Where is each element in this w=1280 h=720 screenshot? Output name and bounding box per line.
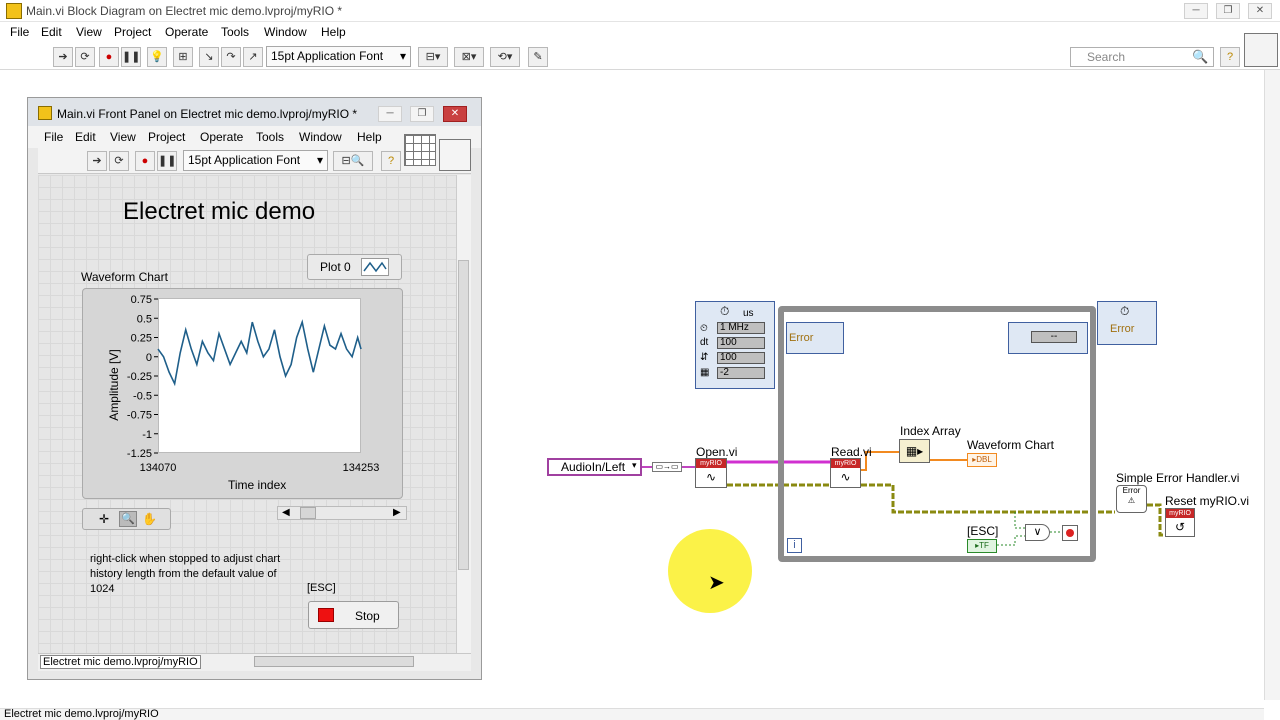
tf-tag: TF bbox=[979, 541, 989, 550]
loop-iteration-terminal[interactable]: i bbox=[787, 538, 802, 553]
mouse-pointer-icon: ➤ bbox=[708, 572, 725, 594]
open-vi-node[interactable]: myRIO ∿ bbox=[695, 458, 727, 488]
or-function-icon[interactable]: ∨ bbox=[1025, 524, 1050, 541]
waveform-chart-terminal-label: Waveform Chart bbox=[967, 438, 1054, 452]
reset-icon: ↺ bbox=[1174, 520, 1186, 534]
right-data-node-field[interactable]: -- bbox=[1031, 331, 1077, 343]
channel-bundle-node[interactable]: ▭→▭ bbox=[652, 462, 682, 472]
open-vi-label: Open.vi bbox=[696, 445, 738, 459]
reset-myrio-tag: myRIO bbox=[1166, 509, 1194, 518]
timed-loop-period-field[interactable]: 100 bbox=[717, 337, 765, 349]
reset-myrio-label: Reset myRIO.vi bbox=[1165, 494, 1250, 508]
simple-error-handler-node[interactable]: Error ⚠ bbox=[1116, 485, 1147, 513]
reset-myrio-node[interactable]: myRIO ↺ bbox=[1165, 508, 1195, 537]
channel-constant[interactable]: AudioIn/Left bbox=[547, 458, 642, 476]
error-handler-icon: ⚠ bbox=[1127, 496, 1136, 505]
timed-loop-unit: us bbox=[743, 308, 754, 319]
error-wire-c bbox=[1147, 503, 1165, 537]
waveform-chart-terminal[interactable]: ▸DBL bbox=[967, 453, 997, 467]
index-array-label: Index Array bbox=[900, 424, 961, 438]
clock-icon: ⏱ bbox=[720, 304, 730, 318]
loop-condition-terminal[interactable] bbox=[1062, 525, 1078, 541]
simple-error-handler-label: Simple Error Handler.vi bbox=[1116, 471, 1240, 485]
open-vi-myrio-tag: myRIO bbox=[696, 459, 726, 468]
read-vi-label: Read.vi bbox=[831, 445, 872, 459]
read-vi-node[interactable]: myRIO ∿ bbox=[830, 458, 861, 488]
read-vi-myrio-tag: myRIO bbox=[831, 459, 860, 468]
error-node-label: Error bbox=[1122, 486, 1141, 495]
index-array-node[interactable]: ▦▸ bbox=[899, 439, 930, 463]
timed-loop-row-2-tag: dt bbox=[700, 337, 709, 348]
left-error-label: Error bbox=[789, 332, 814, 344]
timed-loop-right-error: Error bbox=[1110, 323, 1135, 335]
dbl-tag: DBL bbox=[976, 455, 992, 464]
timed-loop-processor-icon: ▦ bbox=[700, 367, 710, 378]
output-clock-icon: ⏱ bbox=[1120, 304, 1130, 318]
timed-loop-priority-icon: ⇵ bbox=[700, 352, 709, 363]
timed-loop-processor-field[interactable]: -2 bbox=[717, 367, 765, 379]
open-vi-waveform-icon: ∿ bbox=[705, 470, 717, 484]
stop-terminal[interactable]: ▸TF bbox=[967, 539, 997, 553]
esc-terminal-label: [ESC] bbox=[967, 524, 999, 538]
timed-loop-source-field[interactable]: 1 MHz bbox=[717, 322, 765, 334]
read-vi-waveform-icon: ∿ bbox=[840, 470, 851, 484]
channel-dropdown-icon[interactable]: ▾ bbox=[632, 460, 637, 471]
timed-loop-row-1-tag: ⏲ bbox=[700, 323, 708, 334]
timed-loop-priority-field[interactable]: 100 bbox=[717, 352, 765, 364]
